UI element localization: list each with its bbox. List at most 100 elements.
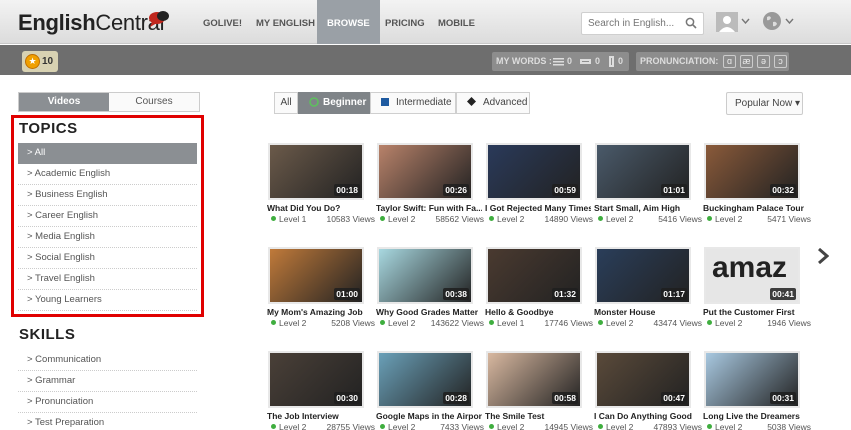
square-level-icon <box>381 98 389 106</box>
video-title[interactable]: Why Good Grades Matter <box>376 307 482 317</box>
video-thumbnail[interactable]: 00:18 <box>268 143 364 200</box>
list-icon <box>553 58 564 66</box>
video-title[interactable]: The Job Interview <box>267 411 373 421</box>
level-label: Level 2 <box>279 318 307 328</box>
filter-all[interactable]: All <box>274 92 298 114</box>
video-title[interactable]: Taylor Swift: Fun with Fa... <box>376 203 482 213</box>
nav-golive[interactable]: GOLIVE! <box>193 0 252 44</box>
duration-badge: 01:00 <box>334 288 360 300</box>
level-label: Level 1 <box>279 214 307 224</box>
duration-badge: 00:31 <box>770 392 796 404</box>
duration-badge: 01:32 <box>552 288 578 300</box>
video-meta: Level 1 17746 Views <box>489 318 593 328</box>
video-thumbnail[interactable]: 00:38 <box>377 247 473 304</box>
view-count: 14945 Views <box>544 422 593 430</box>
view-count: 143622 Views <box>430 318 484 328</box>
video-thumbnail[interactable]: 00:47 <box>595 351 691 408</box>
video-title[interactable]: What Did You Do? <box>267 203 373 213</box>
video-thumbnail[interactable]: 00:59 <box>486 143 582 200</box>
chevron-down-icon[interactable] <box>741 18 750 24</box>
video-meta: Level 2 28755 Views <box>271 422 375 430</box>
level-label: Level 2 <box>388 422 416 430</box>
level-label: Level 2 <box>497 422 525 430</box>
duration-badge: 01:17 <box>661 288 687 300</box>
user-avatar-icon[interactable] <box>716 12 738 32</box>
chevron-down-icon[interactable] <box>785 18 794 24</box>
duration-badge: 00:32 <box>770 184 796 196</box>
level-label: Level 2 <box>606 318 634 328</box>
view-count: 5471 Views <box>767 214 811 224</box>
video-title[interactable]: Put the Customer First <box>703 307 809 317</box>
skill-test-preparation[interactable]: > Test Preparation <box>18 413 197 430</box>
video-title[interactable]: Hello & Goodbye <box>485 307 591 317</box>
phoneme-button[interactable]: ɔ <box>774 55 787 68</box>
sort-dropdown[interactable]: Popular Now ▾ <box>726 92 803 115</box>
dots-icon <box>580 59 591 64</box>
video-title[interactable]: I Got Rejected Many Times <box>485 203 591 213</box>
level-dot-icon <box>489 216 494 221</box>
search-icon[interactable] <box>685 17 697 29</box>
globe-icon[interactable] <box>762 11 782 31</box>
nav-mobile[interactable]: MOBILE <box>428 0 485 44</box>
video-title[interactable]: Buckingham Palace Tour <box>703 203 809 213</box>
level-label: Level 2 <box>606 214 634 224</box>
video-meta: Level 2 5471 Views <box>707 214 811 224</box>
nav-pricing[interactable]: PRICING <box>375 0 435 44</box>
video-thumbnail[interactable]: 00:32 <box>704 143 800 200</box>
duration-badge: 00:26 <box>443 184 469 196</box>
video-meta: Level 2 58562 Views <box>380 214 484 224</box>
nav-my-english[interactable]: MY ENGLISH <box>246 0 325 44</box>
video-thumbnail[interactable]: 01:17 <box>595 247 691 304</box>
view-count: 14890 Views <box>544 214 593 224</box>
video-thumbnail[interactable]: 00:31 <box>704 351 800 408</box>
video-title[interactable]: The Smile Test <box>485 411 591 421</box>
view-count: 58562 Views <box>435 214 484 224</box>
video-thumbnail[interactable]: 00:26 <box>377 143 473 200</box>
video-meta: Level 2 1946 Views <box>707 318 811 328</box>
video-meta: Level 2 7433 Views <box>380 422 484 430</box>
video-title[interactable]: Google Maps in the Airport <box>376 411 482 421</box>
circle-level-icon <box>309 97 319 107</box>
skill-pronunciation[interactable]: > Pronunciation <box>18 392 197 413</box>
video-thumbnail[interactable]: 01:32 <box>486 247 582 304</box>
phoneme-button[interactable]: ɑ <box>723 55 736 68</box>
video-thumbnail[interactable]: 01:00 <box>268 247 364 304</box>
video-title[interactable]: Start Small, Aim High <box>594 203 700 213</box>
phoneme-button[interactable]: æ <box>740 55 753 68</box>
words-count-new: 0 <box>567 56 573 66</box>
level-dot-icon <box>598 320 603 325</box>
skill-grammar[interactable]: > Grammar <box>18 371 197 392</box>
tab-courses[interactable]: Courses <box>109 93 199 111</box>
video-title[interactable]: Long Live the Dreamers <box>703 411 809 421</box>
video-title[interactable]: My Mom's Amazing Job <box>267 307 373 317</box>
duration-badge: 00:28 <box>443 392 469 404</box>
speech-bubble-icon <box>149 11 169 27</box>
video-title[interactable]: I Can Do Anything Good <box>594 411 700 421</box>
video-thumbnail[interactable]: 00:28 <box>377 351 473 408</box>
brand-logo[interactable]: EnglishCentral <box>18 10 164 36</box>
view-count: 17746 Views <box>544 318 593 328</box>
video-thumbnail[interactable]: 01:01 <box>595 143 691 200</box>
tab-videos[interactable]: Videos <box>19 93 109 111</box>
duration-badge: 00:59 <box>552 184 578 196</box>
video-thumbnail[interactable]: 00:30 <box>268 351 364 408</box>
video-thumbnail[interactable]: 00:58 <box>486 351 582 408</box>
video-title[interactable]: Monster House <box>594 307 700 317</box>
nav-browse[interactable]: BROWSE <box>317 0 380 44</box>
chevron-right-icon[interactable] <box>817 248 829 264</box>
video-thumbnail[interactable]: 00:41 amaz <box>704 247 800 304</box>
skill-communication[interactable]: > Communication <box>18 350 197 371</box>
view-count: 43474 Views <box>653 318 702 328</box>
level-label: Level 2 <box>715 318 743 328</box>
video-meta: Level 1 10583 Views <box>271 214 375 224</box>
view-count: 10583 Views <box>326 214 375 224</box>
video-meta: Level 2 143622 Views <box>380 318 484 328</box>
phoneme-button[interactable]: ə <box>757 55 770 68</box>
view-count: 1946 Views <box>767 318 811 328</box>
video-meta: Level 2 14890 Views <box>489 214 593 224</box>
words-count-learning: 0 <box>595 56 601 66</box>
video-meta: Level 2 5038 Views <box>707 422 811 430</box>
level-dot-icon <box>489 424 494 429</box>
level-label: Level 2 <box>388 318 416 328</box>
level-label: Level 2 <box>388 214 416 224</box>
